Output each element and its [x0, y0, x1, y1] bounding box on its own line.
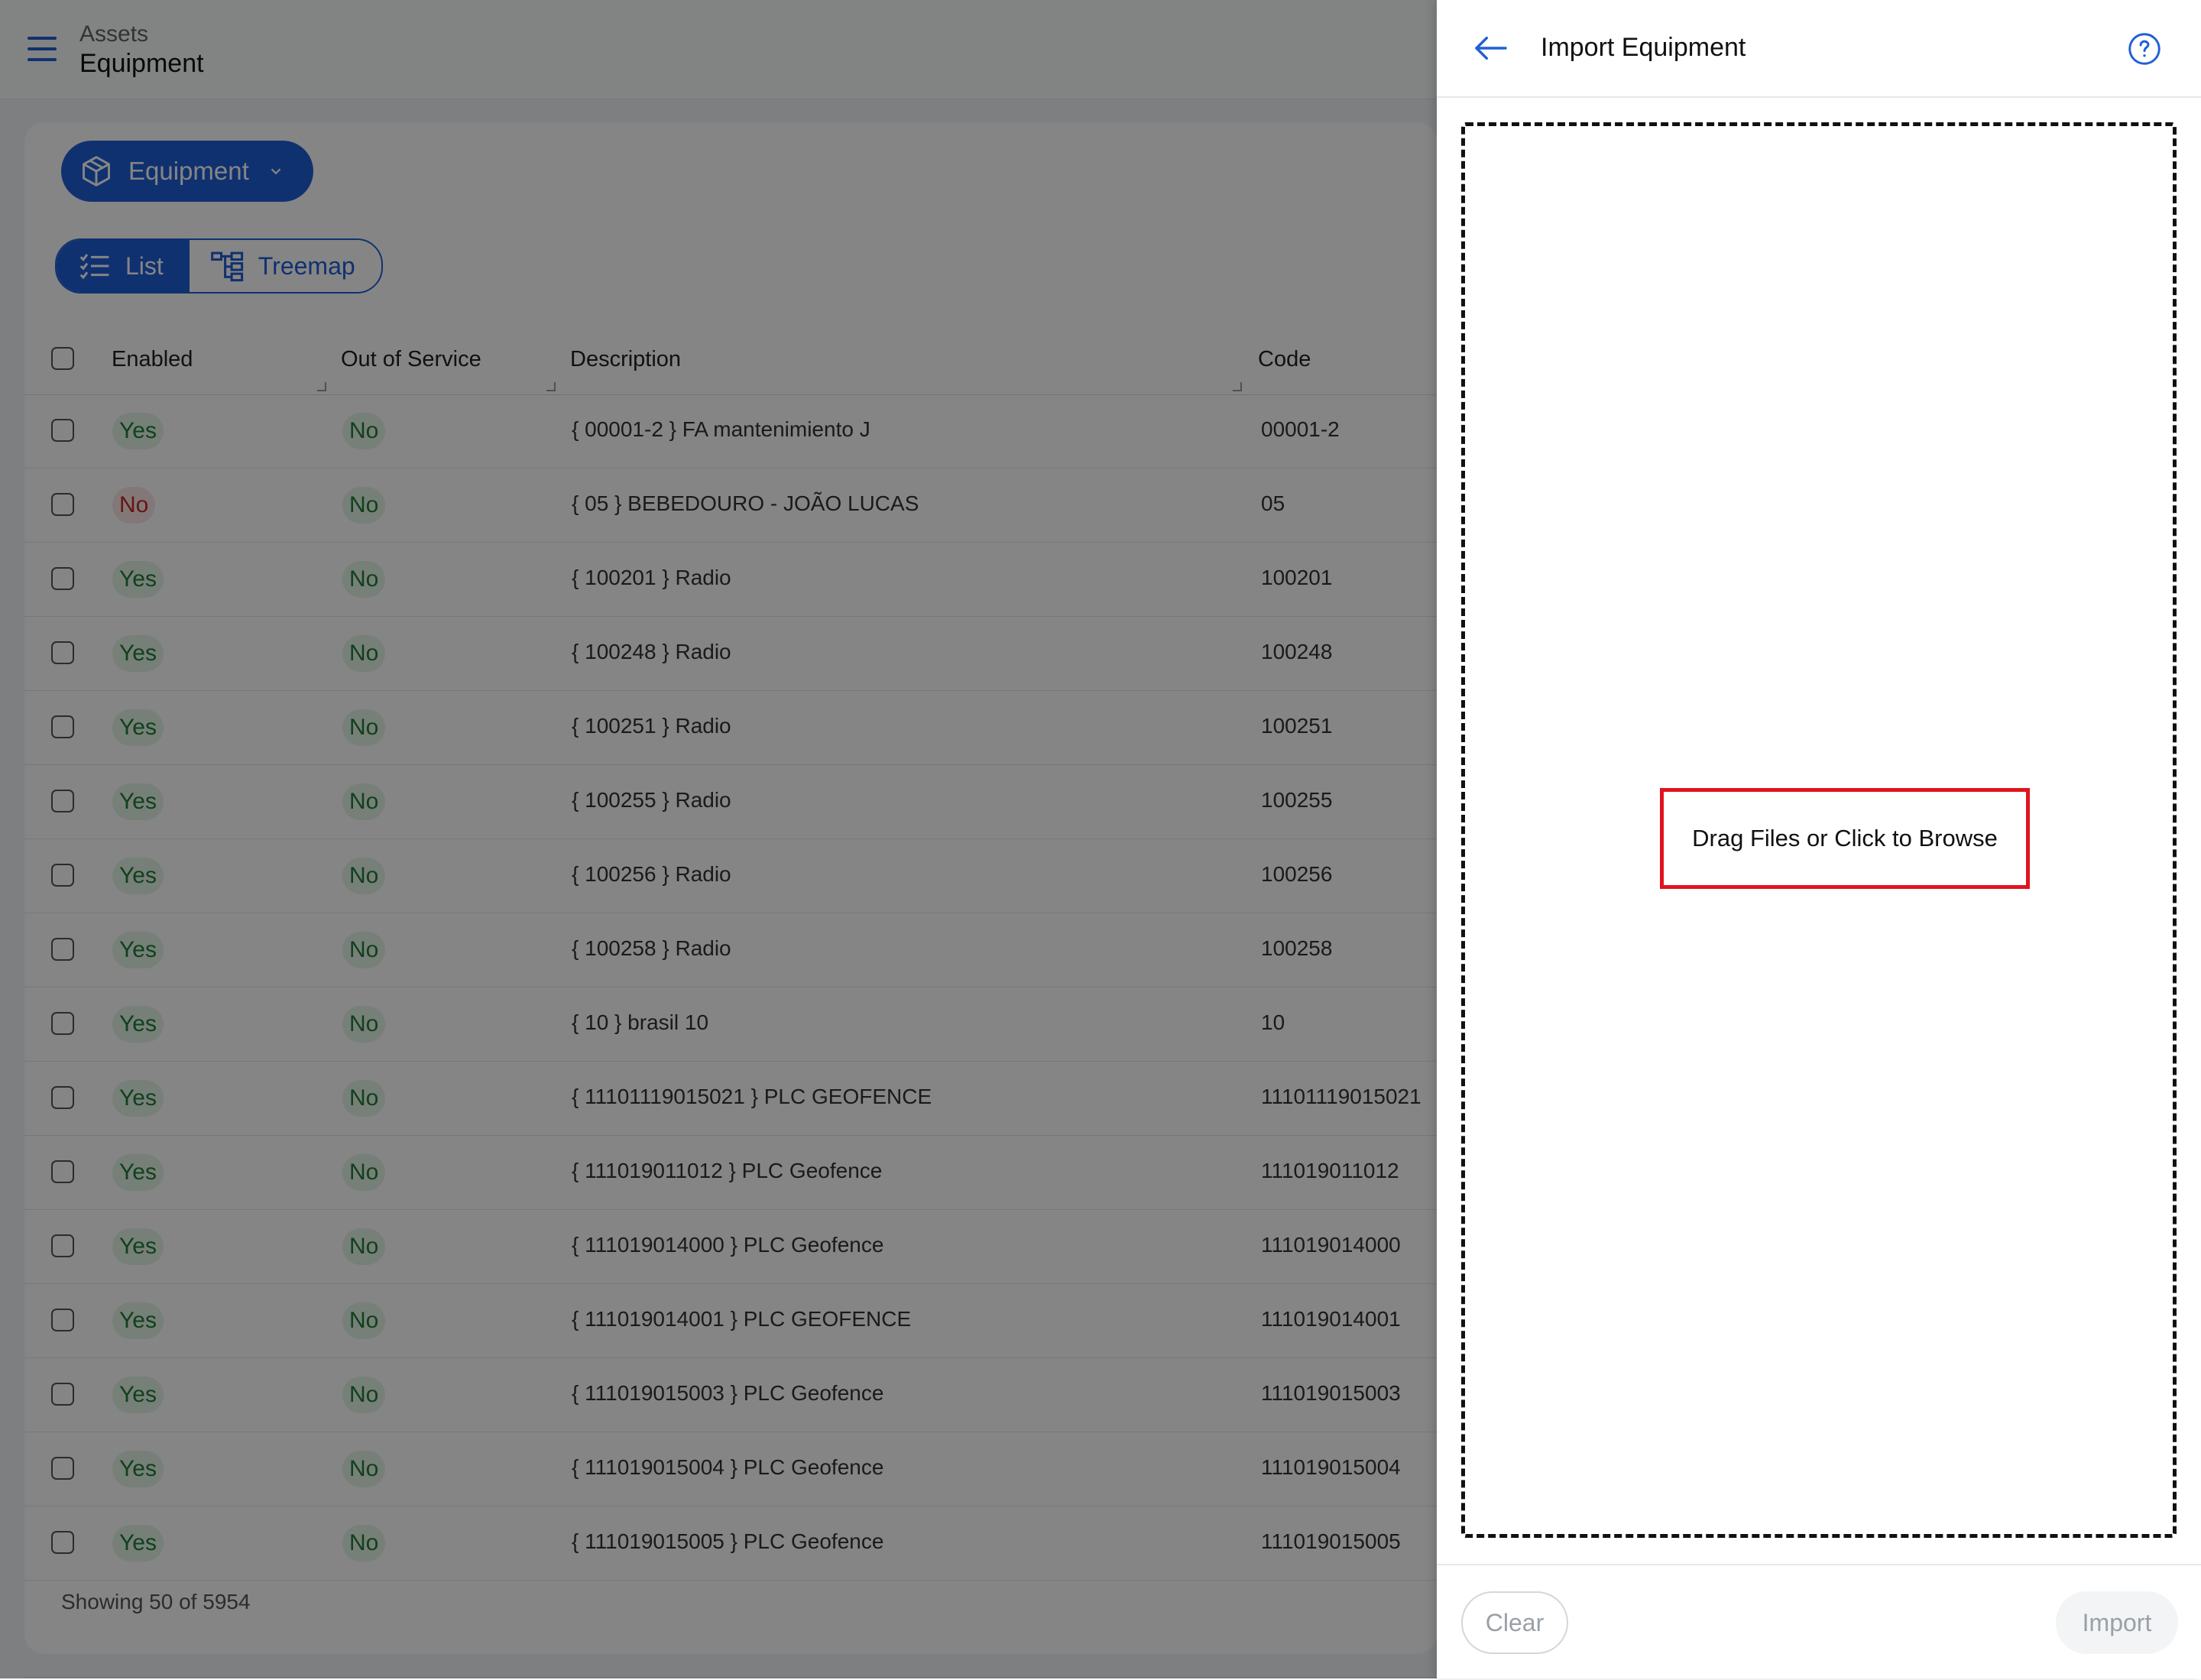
arrow-left-icon[interactable] — [1473, 34, 1509, 63]
file-dropzone[interactable]: Drag Files or Click to Browse — [1461, 122, 2177, 1538]
drawer-footer: Clear Import — [1437, 1564, 2201, 1680]
help-icon[interactable] — [2128, 32, 2161, 66]
drawer-title: Import Equipment — [1541, 33, 1746, 62]
drawer-header: Import Equipment — [1437, 0, 2201, 98]
modal-backdrop[interactable] — [0, 0, 1437, 1678]
import-drawer: Import Equipment Drag Files or Click to … — [1437, 0, 2201, 1678]
browse-files-prompt[interactable]: Drag Files or Click to Browse — [1660, 788, 2030, 889]
clear-button[interactable]: Clear — [1461, 1591, 1568, 1654]
import-button[interactable]: Import — [2056, 1591, 2178, 1654]
